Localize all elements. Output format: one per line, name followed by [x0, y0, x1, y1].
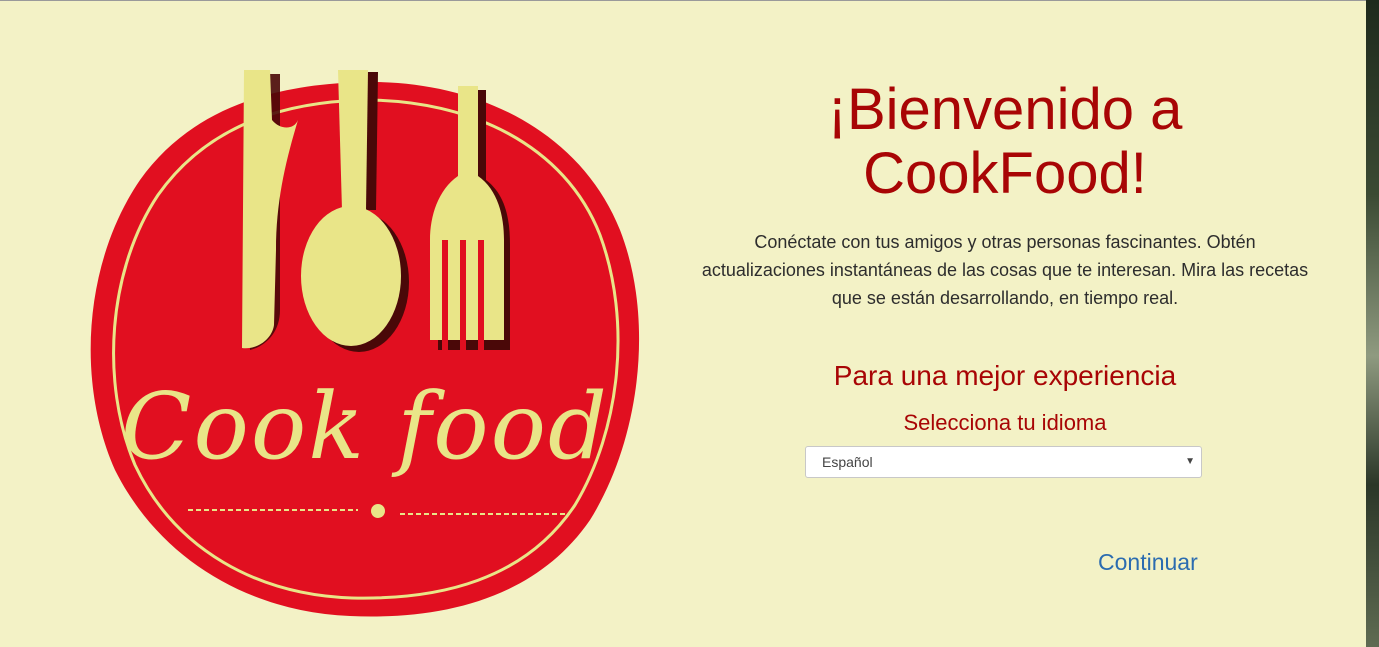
background-photo-edge: [1366, 0, 1379, 647]
continue-link[interactable]: Continuar: [1098, 548, 1198, 576]
welcome-title-line1: ¡Bienvenido a: [827, 77, 1183, 142]
logo-script-text: Cook food: [121, 373, 609, 480]
cookfood-logo-graphic: Cook food: [90, 70, 640, 617]
language-select[interactable]: Español ▼: [805, 446, 1202, 478]
welcome-title-line2: CookFood!: [863, 141, 1147, 206]
welcome-description: Conéctate con tus amigos y otras persona…: [701, 232, 1309, 308]
language-label: Selecciona tu idioma: [903, 410, 1107, 435]
cookfood-logo: Cook food: [80, 60, 650, 630]
logo-center-dot: [371, 504, 385, 518]
experience-heading: Para una mejor experiencia: [833, 360, 1177, 391]
welcome-title: ¡Bienvenido a CookFood!: [705, 78, 1305, 206]
language-select-value: Español: [822, 454, 873, 470]
chevron-down-icon: ▼: [1185, 456, 1195, 467]
